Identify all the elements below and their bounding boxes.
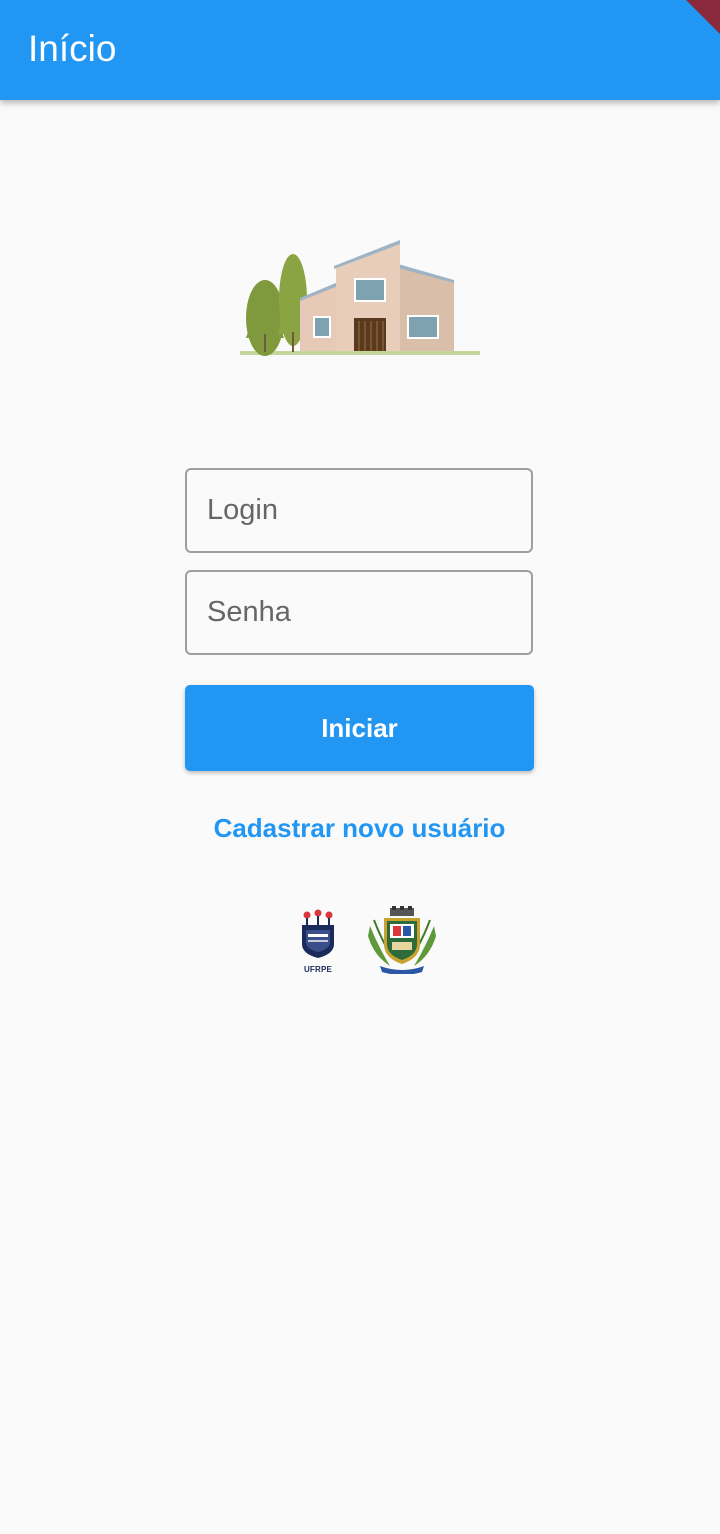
debug-banner <box>686 0 720 34</box>
iniciar-button[interactable]: Iniciar <box>185 685 534 771</box>
ufrpe-emblem-icon <box>302 909 334 958</box>
register-link[interactable]: Cadastrar novo usuário <box>185 808 534 848</box>
app-screen: Início Login Iniciar Cadastrar novo usuá… <box>0 0 720 1534</box>
password-field[interactable] <box>185 570 533 655</box>
iniciar-button-label: Iniciar <box>321 712 398 743</box>
app-bar: Início <box>0 0 720 100</box>
page-title: Início <box>28 28 117 69</box>
ufrpe-logo-text: UFRPE <box>303 965 333 974</box>
ufrpe-logo: UFRPE <box>296 908 340 974</box>
password-input[interactable] <box>187 572 531 653</box>
house-logo-icon <box>240 240 480 356</box>
coat-of-arms-icon <box>368 906 436 974</box>
login-input[interactable] <box>187 470 531 551</box>
login-field[interactable] <box>185 468 533 553</box>
